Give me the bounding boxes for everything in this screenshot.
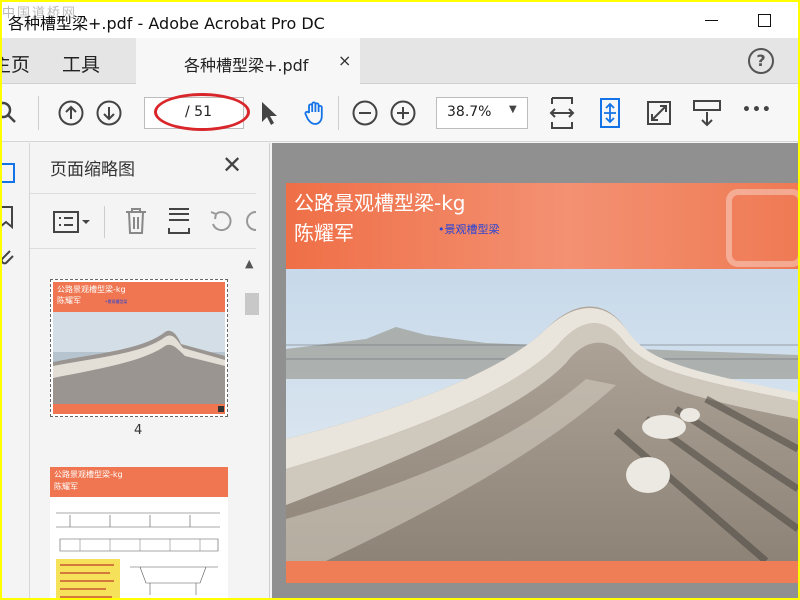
thumbnail2-title-line2: 陈耀军 xyxy=(54,481,78,491)
document-view[interactable]: 公路景观槽型梁-kg 陈耀军 •景观槽型梁 xyxy=(272,143,798,598)
minimize-button[interactable] xyxy=(700,8,724,32)
full-screen-icon[interactable] xyxy=(646,100,672,126)
thumbnail-title-line1: 公路景观槽型梁-kg xyxy=(57,284,126,294)
delete-page-icon[interactable] xyxy=(124,206,148,236)
tab-document-label: 各种槽型梁+.pdf xyxy=(184,56,309,75)
next-page-icon[interactable] xyxy=(96,100,122,126)
attachments-icon[interactable] xyxy=(2,245,20,271)
thumbnail-preview-5: 公路景观槽型梁-kg 陈耀军 xyxy=(50,467,228,598)
thumbnail-subtitle: •景观槽型梁 xyxy=(105,298,127,304)
zoom-out-icon[interactable] xyxy=(352,100,378,126)
zoom-level-value: 38.7% xyxy=(447,104,492,120)
scroll-mode-icon[interactable] xyxy=(596,96,624,130)
rotate-page-icon[interactable] xyxy=(208,208,234,234)
pdf-page: 公路景观槽型梁-kg 陈耀军 •景观槽型梁 xyxy=(286,183,798,583)
tab-tools[interactable]: 工具 xyxy=(62,50,100,77)
tab-home[interactable]: 主页 xyxy=(2,50,30,77)
toolbar-separator xyxy=(38,96,39,130)
bookmarks-icon[interactable] xyxy=(2,205,20,231)
toolbar-separator xyxy=(338,96,339,130)
thumbnail-page-label: 4 xyxy=(134,423,143,438)
tab-document[interactable]: 各种槽型梁+.pdf × xyxy=(136,38,360,84)
rotate-page-counterclockwise-icon[interactable] xyxy=(246,208,258,234)
hand-tool-icon[interactable] xyxy=(302,100,328,126)
page-thumbnails-icon[interactable] xyxy=(2,161,20,187)
previous-page-icon[interactable] xyxy=(58,100,84,126)
insert-page-icon[interactable] xyxy=(166,206,192,236)
chevron-down-icon: ▼ xyxy=(509,104,517,115)
decorative-seal xyxy=(726,189,798,267)
more-options-icon[interactable]: ••• xyxy=(742,102,771,128)
scrollbar-thumb[interactable] xyxy=(245,293,259,315)
tab-close-icon[interactable]: × xyxy=(338,51,351,70)
close-panel-icon[interactable]: ✕ xyxy=(222,151,242,179)
read-mode-icon[interactable] xyxy=(692,98,722,128)
toolbar: / 51 38.7% ▼ ••• xyxy=(2,84,798,142)
slide-author: 陈耀军 xyxy=(294,221,354,245)
page-thumbnail-4[interactable]: 公路景观槽型梁-kg 陈耀军 •景观槽型梁 xyxy=(50,279,228,417)
slide-title: 公路景观槽型梁-kg xyxy=(294,191,466,215)
slide-header: 公路景观槽型梁-kg 陈耀军 •景观槽型梁 xyxy=(286,183,798,269)
thumbnail2-title-line1: 公路景观槽型梁-kg xyxy=(54,469,123,479)
fit-width-icon[interactable] xyxy=(548,96,576,130)
thumbnail-title-line2: 陈耀军 xyxy=(57,295,81,305)
highlight-annotation xyxy=(154,93,250,131)
slide-subtitle: •景观槽型梁 xyxy=(438,223,500,236)
slide-footer xyxy=(286,561,798,583)
thumbnail-panel: 页面缩略图 ✕ ▲ 公路景观槽型梁-kg 陈耀军 •景观槽型梁 4 公路景观槽型… xyxy=(30,143,270,598)
thumbnail-preview-4: 公路景观槽型梁-kg 陈耀军 •景观槽型梁 xyxy=(53,282,225,414)
help-icon[interactable]: ? xyxy=(748,48,774,74)
select-cursor-icon[interactable] xyxy=(256,100,282,126)
zoom-in-icon[interactable] xyxy=(390,100,416,126)
panel-toolbar-separator xyxy=(104,206,105,238)
thumbnail-options-icon[interactable] xyxy=(52,210,92,234)
panel-toolbar xyxy=(30,193,258,249)
title-bar: 中国道桥网 各种槽型梁+.pdf - Adobe Acrobat Pro DC xyxy=(2,2,798,38)
scroll-up-icon[interactable]: ▲ xyxy=(245,257,253,270)
acrobat-window: 中国道桥网 各种槽型梁+.pdf - Adobe Acrobat Pro DC … xyxy=(2,2,798,598)
maximize-button[interactable] xyxy=(752,8,776,32)
page-thumbnail-5[interactable]: 公路景观槽型梁-kg 陈耀军 xyxy=(50,467,228,598)
window-title: 各种槽型梁+.pdf - Adobe Acrobat Pro DC xyxy=(8,14,325,33)
zoom-level-select[interactable]: 38.7% ▼ xyxy=(436,97,528,129)
thumbnail-scrollbar[interactable]: ▲ xyxy=(242,251,260,598)
bridge-photo xyxy=(286,269,798,561)
tab-bar: 主页 工具 各种槽型梁+.pdf × ? xyxy=(2,38,798,84)
navigation-rail xyxy=(2,143,30,598)
search-icon[interactable] xyxy=(2,100,20,126)
panel-title: 页面缩略图 xyxy=(50,160,135,180)
